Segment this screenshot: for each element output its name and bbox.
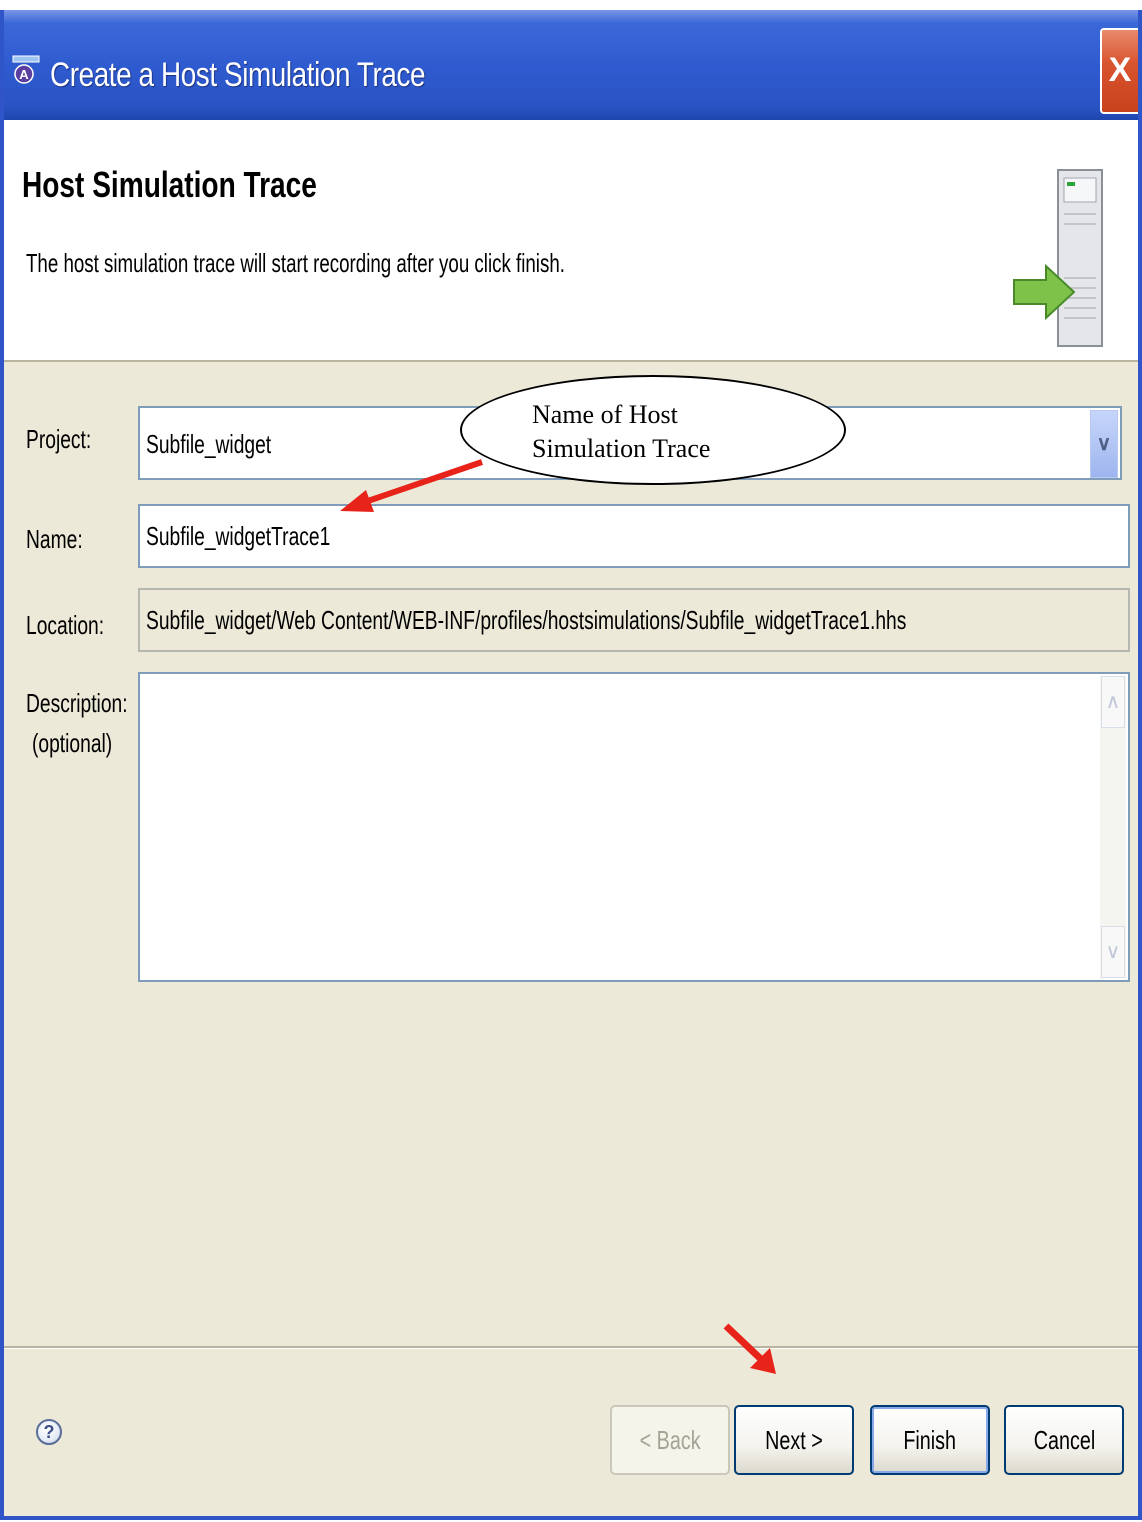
description-label: Description: (26, 688, 128, 718)
help-icon[interactable]: ? (36, 1419, 62, 1445)
project-label: Project: (26, 424, 92, 454)
location-field: Subfile_widget/Web Content/WEB-INF/profi… (138, 588, 1130, 652)
back-button-label: < Back (639, 1425, 701, 1455)
page-title: Host Simulation Trace (22, 164, 317, 205)
description-textarea[interactable]: ∧ ∨ (138, 672, 1130, 982)
button-separator (4, 1346, 1138, 1349)
cancel-button-label: Cancel (1033, 1425, 1095, 1455)
page-description: The host simulation trace will start rec… (26, 248, 565, 278)
name-value: Subfile_widgetTrace1 (146, 521, 331, 551)
close-button[interactable]: X (1100, 28, 1138, 114)
finish-button-label: Finish (903, 1425, 957, 1455)
location-value: Subfile_widget/Web Content/WEB-INF/profi… (146, 605, 907, 635)
next-button[interactable]: Next > (734, 1405, 854, 1475)
app-icon: A (12, 55, 40, 84)
location-label: Location: (26, 610, 105, 640)
cancel-button[interactable]: Cancel (1004, 1405, 1124, 1475)
chevron-down-icon[interactable]: ∨ (1090, 410, 1118, 478)
svg-text:A: A (19, 67, 29, 82)
description-optional-label: (optional) (32, 728, 113, 758)
title-bar[interactable]: A Create a Host Simulation Trace X (4, 10, 1138, 120)
host-simulation-icon (1013, 169, 1103, 347)
name-field[interactable]: Subfile_widgetTrace1 (138, 504, 1130, 568)
scroll-up-icon[interactable]: ∧ (1101, 676, 1125, 728)
name-label: Name: (26, 524, 83, 554)
scroll-down-icon[interactable]: ∨ (1101, 926, 1125, 978)
project-value: Subfile_widget (146, 429, 272, 459)
back-button: < Back (610, 1405, 730, 1475)
annotation-callout: Name of Host Simulation Trace (460, 375, 846, 485)
finish-button[interactable]: Finish (870, 1405, 990, 1475)
wizard-banner: Host Simulation Trace The host simulatio… (4, 120, 1138, 362)
callout-line-1: Name of Host (532, 400, 678, 429)
callout-line-2: Simulation Trace (532, 434, 711, 463)
next-button-label: Next > (765, 1425, 823, 1455)
dialog-window: A Create a Host Simulation Trace X Host … (0, 10, 1142, 1520)
window-title: Create a Host Simulation Trace (50, 56, 426, 94)
description-scrollbar[interactable]: ∧ ∨ (1100, 676, 1126, 978)
